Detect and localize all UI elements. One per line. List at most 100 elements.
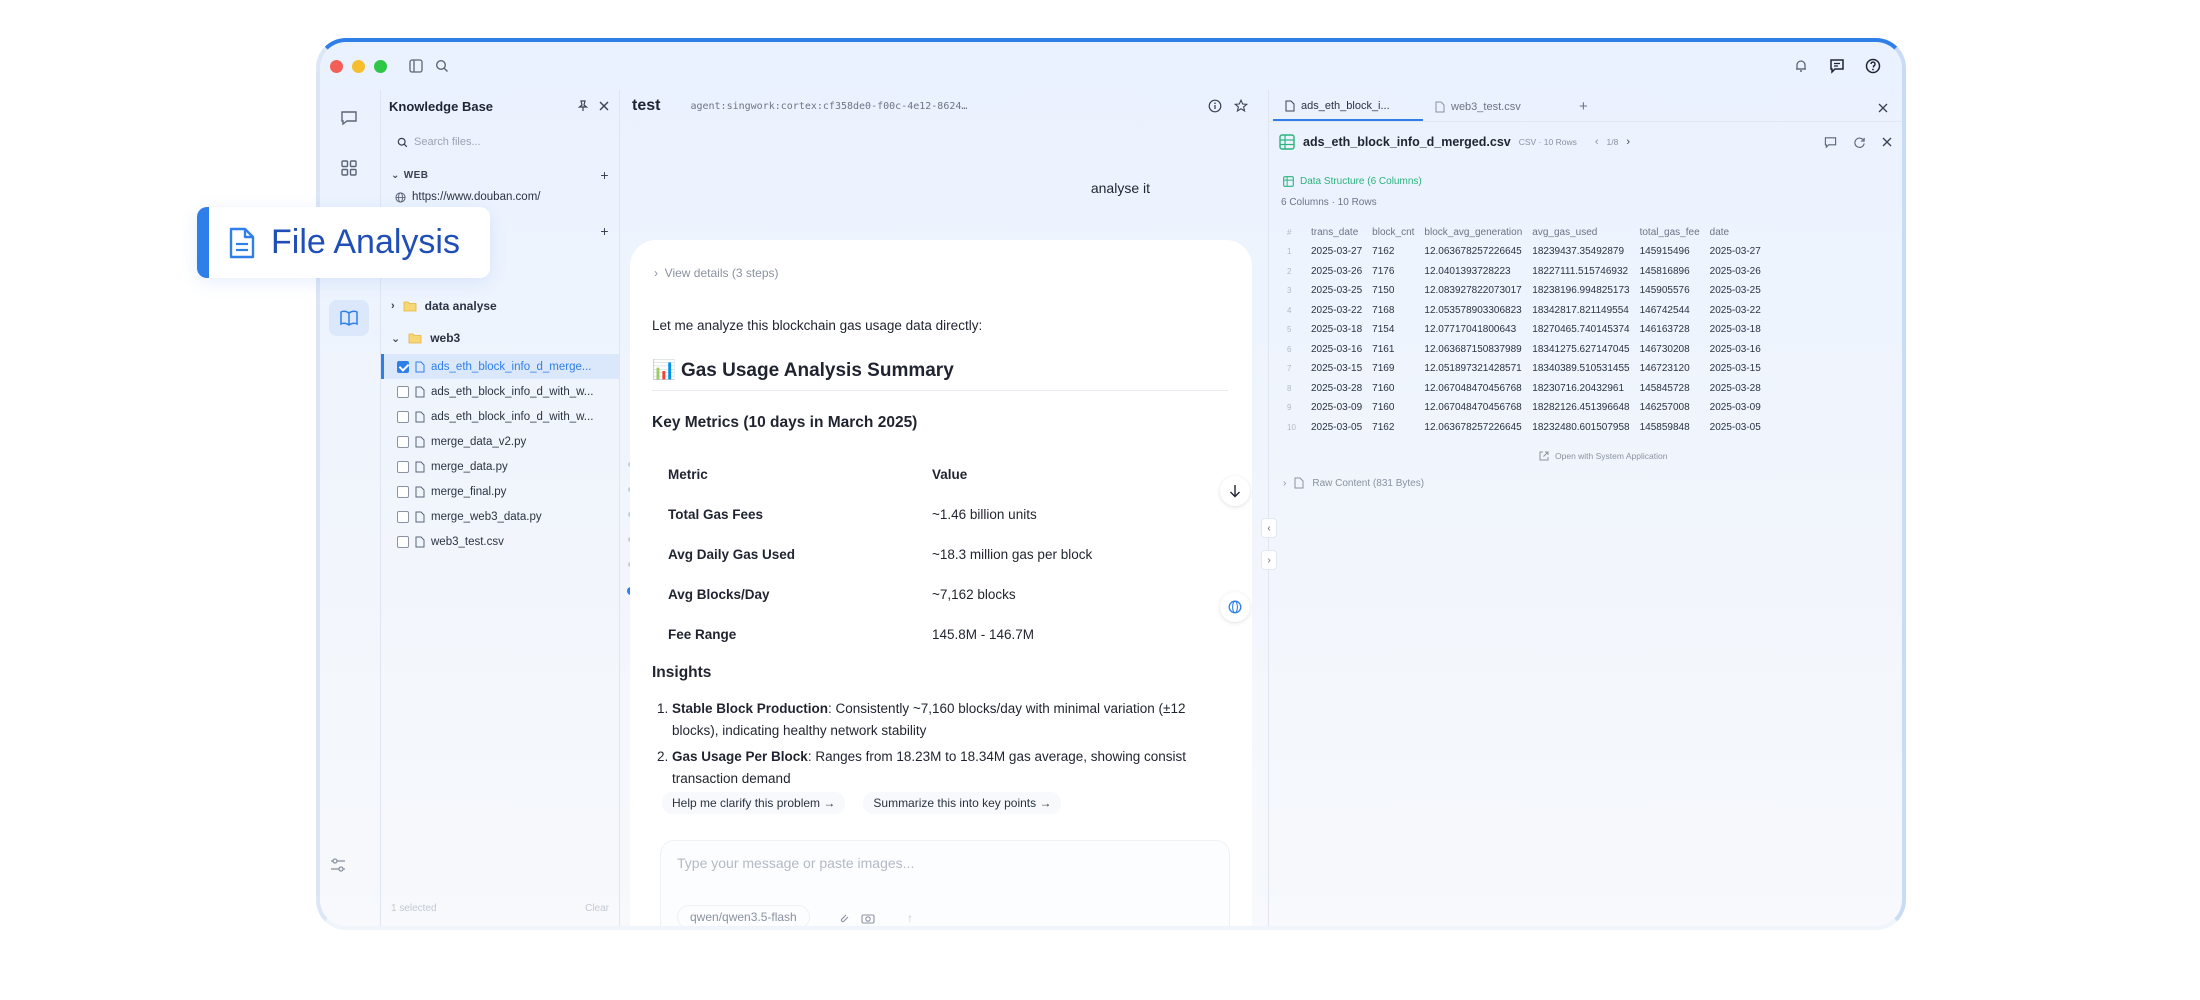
user-message: analyse it bbox=[1090, 180, 1150, 196]
file-icon bbox=[415, 386, 425, 397]
table-row: Total Gas Fees ~1.46 billion units bbox=[652, 494, 1212, 534]
chat-nav-icon[interactable] bbox=[329, 100, 369, 136]
pin-icon[interactable] bbox=[577, 100, 589, 112]
table-row: 3 2025-03-25 7150 12.083927822073017 1823819… bbox=[1281, 281, 1771, 301]
search-icon bbox=[397, 137, 408, 147]
suggestion-chip[interactable]: Summarize this into key points → bbox=[863, 792, 1062, 814]
bell-icon[interactable] bbox=[1788, 53, 1814, 79]
add-web-icon[interactable]: + bbox=[600, 167, 609, 183]
refresh-icon[interactable] bbox=[1853, 136, 1866, 149]
view-details-label: View details (3 steps) bbox=[664, 266, 779, 280]
raw-content-toggle[interactable]: › Raw Content (831 Bytes) bbox=[1283, 477, 1902, 489]
insight-title: Stable Block Production bbox=[672, 701, 829, 716]
apps-grid-icon[interactable] bbox=[329, 150, 369, 186]
column-header[interactable]: trans_date bbox=[1311, 222, 1372, 242]
info-icon[interactable] bbox=[1208, 99, 1222, 113]
table-cell: 18227111.515746932 bbox=[1532, 265, 1629, 277]
file-label: merge_web3_data.py bbox=[431, 510, 542, 523]
table-cell: 7168 bbox=[1372, 304, 1395, 316]
close-panel-icon[interactable] bbox=[599, 101, 609, 111]
file-checkbox[interactable] bbox=[397, 385, 409, 398]
tab-web3-test[interactable]: web3_test.csv bbox=[1423, 93, 1573, 121]
clear-selection-button[interactable]: Clear bbox=[585, 903, 609, 914]
file-item[interactable]: merge_data_v2.py bbox=[381, 429, 619, 454]
help-icon[interactable] bbox=[1860, 53, 1886, 79]
model-selector[interactable]: qwen/qwen3.5-flash bbox=[677, 905, 810, 926]
translate-button[interactable] bbox=[1220, 592, 1250, 622]
suggestion-chips: Help me clarify this problem → Summarize… bbox=[662, 792, 1062, 814]
new-tab-icon[interactable]: + bbox=[1579, 98, 1588, 115]
kb-search-placeholder: Search files... bbox=[414, 136, 481, 148]
file-checkbox[interactable] bbox=[397, 535, 409, 548]
minimize-window-button[interactable] bbox=[352, 59, 365, 73]
close-panel-icon[interactable] bbox=[1878, 103, 1888, 113]
folder-data-analyse[interactable]: › data analyse bbox=[381, 290, 619, 322]
comment-icon[interactable] bbox=[1824, 136, 1837, 149]
summary-heading-text: Gas Usage Analysis Summary bbox=[680, 360, 954, 381]
file-item[interactable]: merge_web3_data.py bbox=[381, 504, 619, 529]
file-item[interactable]: merge_data.py bbox=[381, 454, 619, 479]
row-index: 1 bbox=[1287, 247, 1292, 257]
column-header[interactable]: date bbox=[1710, 222, 1771, 242]
next-page-icon[interactable]: › bbox=[1626, 136, 1630, 148]
table-row: 1 2025-03-27 7162 12.063678257226645 1823943… bbox=[1281, 242, 1771, 262]
file-item[interactable]: ads_eth_block_info_d_merge... bbox=[381, 354, 619, 379]
collapse-left-icon[interactable]: ‹ bbox=[1261, 518, 1277, 538]
file-checkbox[interactable] bbox=[397, 360, 409, 373]
table-cell: 2025-03-25 bbox=[1311, 285, 1363, 297]
expand-right-icon[interactable]: › bbox=[1261, 550, 1277, 570]
row-index: 3 bbox=[1287, 286, 1292, 296]
file-checkbox[interactable] bbox=[397, 410, 409, 423]
sidebar-toggle-icon[interactable] bbox=[403, 53, 429, 79]
attach-icon[interactable] bbox=[837, 911, 849, 925]
column-header[interactable]: # bbox=[1281, 222, 1311, 242]
close-window-button[interactable] bbox=[330, 59, 343, 73]
file-item[interactable]: ads_eth_block_info_d_with_w... bbox=[381, 404, 619, 429]
open-system-app-button[interactable]: Open with System Application bbox=[1539, 451, 1902, 461]
message-composer[interactable]: Type your message or paste images... qwe… bbox=[660, 840, 1230, 926]
web-section[interactable]: ⌄ WEB + bbox=[381, 164, 619, 186]
table-cell: 18341275.627147045 bbox=[1532, 343, 1630, 355]
maximize-window-button[interactable] bbox=[374, 59, 387, 73]
file-item[interactable]: web3_test.csv bbox=[381, 529, 619, 554]
settings-sliders-icon[interactable] bbox=[329, 856, 347, 874]
knowledge-base-icon[interactable] bbox=[329, 300, 369, 336]
web-section-label: WEB bbox=[403, 169, 429, 181]
column-header[interactable]: block_cnt bbox=[1372, 222, 1424, 242]
search-icon[interactable] bbox=[429, 53, 455, 79]
table-row: 10 2025-03-05 7162 12.063678257226645 182324… bbox=[1281, 418, 1771, 438]
feedback-icon[interactable] bbox=[1824, 53, 1850, 79]
view-details-toggle[interactable]: › View details (3 steps) bbox=[654, 266, 779, 280]
file-checkbox[interactable] bbox=[397, 435, 409, 448]
camera-icon[interactable] bbox=[861, 912, 875, 924]
table-cell: 145915496 bbox=[1639, 246, 1690, 258]
star-icon[interactable] bbox=[1234, 99, 1248, 113]
send-icon[interactable]: ↑ bbox=[907, 911, 913, 925]
table-icon bbox=[1283, 176, 1294, 187]
table-cell: 2025-03-15 bbox=[1709, 363, 1761, 375]
close-file-icon[interactable] bbox=[1882, 137, 1892, 147]
scroll-down-button[interactable] bbox=[1220, 476, 1250, 506]
data-structure-toggle[interactable]: Data Structure (6 Columns) bbox=[1283, 176, 1902, 187]
tab-merged-csv[interactable]: ads_eth_block_i... bbox=[1273, 93, 1423, 121]
file-item[interactable]: merge_final.py bbox=[381, 479, 619, 504]
file-preview-panel: ‹ › ads_eth_block_i... web3_test.csv + a… bbox=[1261, 90, 1902, 926]
file-item[interactable]: ads_eth_block_info_d_with_w... bbox=[381, 379, 619, 404]
column-header[interactable]: block_avg_generation bbox=[1424, 222, 1532, 242]
file-checkbox[interactable] bbox=[397, 485, 409, 498]
file-checkbox[interactable] bbox=[397, 510, 409, 523]
column-header[interactable]: avg_gas_used bbox=[1532, 222, 1639, 242]
column-header[interactable]: total_gas_fee bbox=[1640, 222, 1710, 242]
file-checkbox[interactable] bbox=[397, 460, 409, 473]
suggestion-chip[interactable]: Help me clarify this problem → bbox=[662, 792, 846, 814]
prev-page-icon[interactable]: ‹ bbox=[1595, 136, 1599, 148]
add-file-icon[interactable]: + bbox=[600, 223, 609, 239]
table-cell: 7162 bbox=[1372, 421, 1395, 433]
chat-panel: test agent:singwork:cortex:cf358de0-f00c… bbox=[620, 90, 1260, 926]
web-link-item[interactable]: https://www.douban.com/ bbox=[381, 186, 619, 208]
kb-search-input[interactable]: Search files... bbox=[391, 130, 609, 154]
metric-value: 145.8M - 146.7M bbox=[932, 626, 1035, 642]
row-index: 10 bbox=[1287, 422, 1296, 432]
table-cell: 18232480.601507958 bbox=[1532, 421, 1630, 433]
folder-web3[interactable]: ⌄ web3 bbox=[381, 322, 619, 354]
